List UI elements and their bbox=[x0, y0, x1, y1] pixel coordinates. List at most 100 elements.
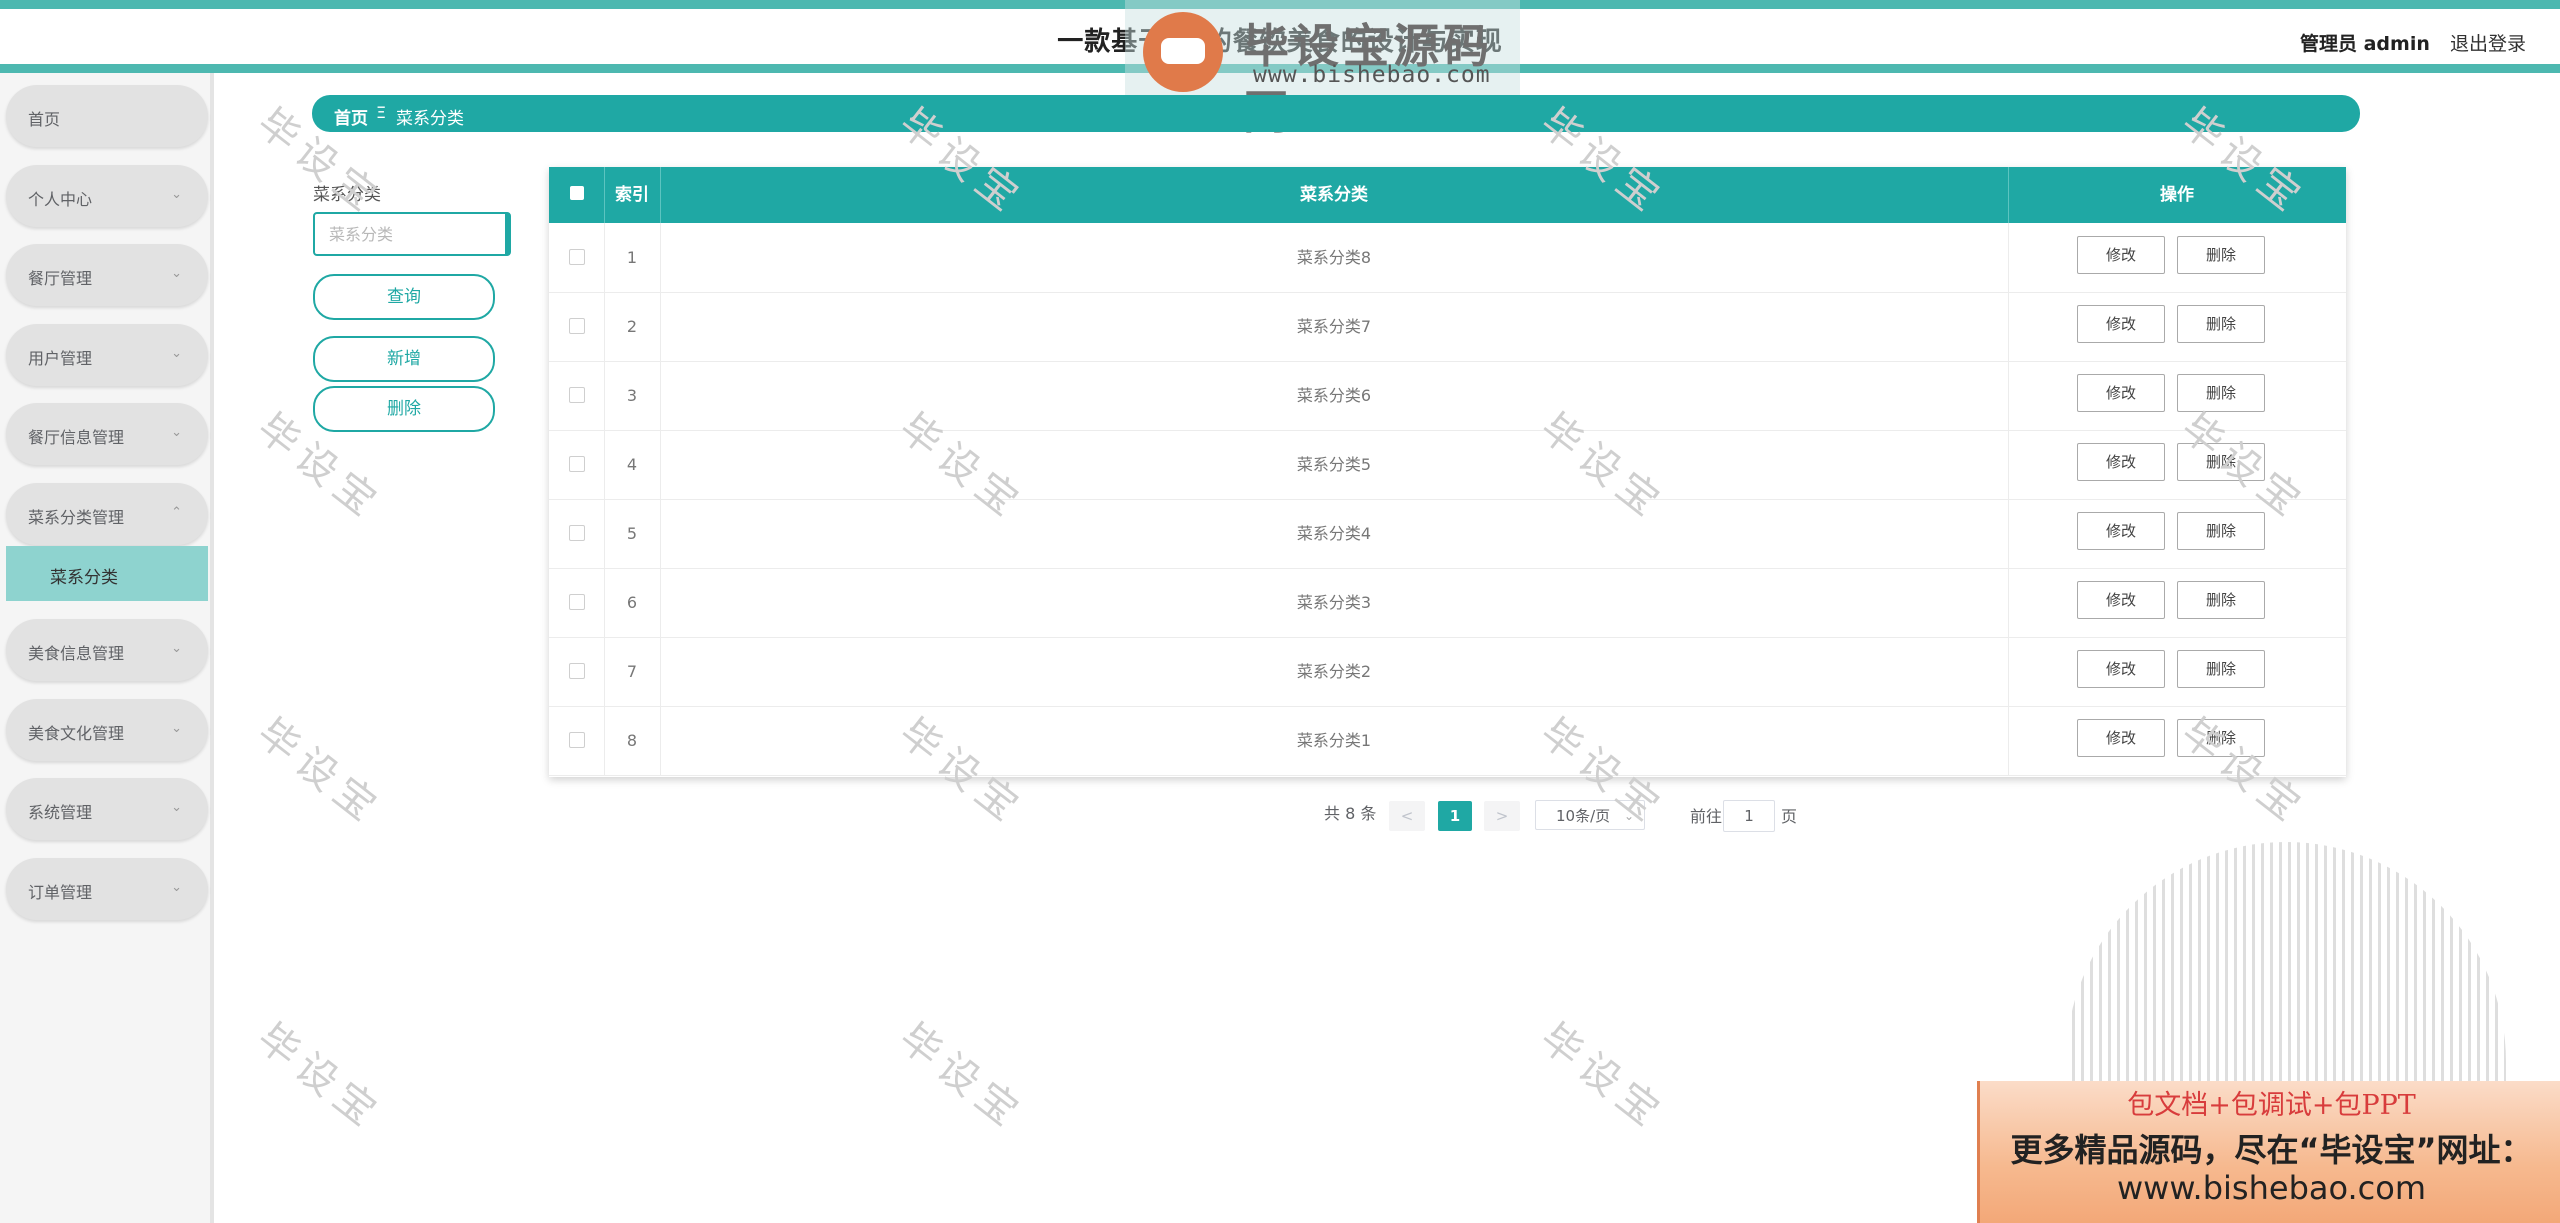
table-row: 6 菜系分类3 修改 删除 bbox=[549, 568, 2346, 638]
row-actions: 修改 删除 bbox=[2008, 292, 2346, 361]
row-select-cell bbox=[549, 499, 605, 568]
breadcrumb-separator-icon: Ξ bbox=[376, 103, 387, 122]
page-1-button[interactable]: 1 bbox=[1438, 801, 1472, 831]
row-index: 5 bbox=[604, 499, 661, 568]
row-checkbox[interactable] bbox=[568, 386, 585, 403]
sidebar-item-restaurant-info[interactable]: 餐厅信息管理 ⌄ bbox=[6, 403, 208, 465]
row-index: 8 bbox=[604, 706, 661, 775]
sidebar-item-label: 订单管理 bbox=[28, 883, 93, 902]
chevron-down-icon: ⌄ bbox=[171, 425, 182, 440]
add-button[interactable]: 新增 bbox=[313, 336, 495, 382]
sidebar-item-label: 菜系分类管理 bbox=[28, 508, 125, 527]
sidebar-item-label: 系统管理 bbox=[28, 803, 93, 822]
logo-icon bbox=[1143, 12, 1223, 92]
sidebar-item-orders[interactable]: 订单管理 ⌄ bbox=[6, 858, 208, 920]
row-category-name: 菜系分类6 bbox=[660, 361, 2009, 430]
sidebar-item-home[interactable]: 首页 bbox=[6, 85, 208, 147]
data-table: 索引 菜系分类 操作 1 菜系分类8 修改 删除 2 菜系分类7 修改 删除 3 菜系分类6 修改删… bbox=[549, 167, 2346, 777]
sidebar-item-label: 餐厅信息管理 bbox=[28, 428, 125, 447]
select-all-checkbox[interactable] bbox=[569, 186, 584, 200]
prev-page-button[interactable]: < bbox=[1389, 801, 1425, 831]
ad-banner: 包文档+包调试+包PPT 更多精品源码，尽在“毕设宝”网址： www.bishe… bbox=[1977, 1081, 2560, 1223]
sidebar-item-food-info[interactable]: 美食信息管理 ⌄ bbox=[6, 619, 208, 681]
sidebar-item-label: 用户管理 bbox=[28, 349, 93, 368]
pagination-total: 共 8 条 bbox=[1324, 804, 1377, 823]
edit-button[interactable]: 修改 bbox=[2077, 512, 2165, 550]
batch-delete-button[interactable]: 删除 bbox=[313, 386, 495, 432]
delete-button[interactable]: 删除 bbox=[2177, 374, 2265, 412]
delete-button[interactable]: 删除 bbox=[2177, 581, 2265, 619]
edit-button[interactable]: 修改 bbox=[2077, 305, 2165, 343]
sidebar-subitem-label: 菜系分类 bbox=[50, 568, 118, 588]
row-select-cell bbox=[549, 292, 605, 361]
row-checkbox[interactable] bbox=[568, 455, 585, 472]
edit-button[interactable]: 修改 bbox=[2077, 581, 2165, 619]
query-button[interactable]: 查询 bbox=[313, 274, 495, 320]
row-index: 7 bbox=[604, 637, 661, 706]
sidebar-subitem-cuisine-category[interactable]: 菜系分类 bbox=[6, 546, 208, 601]
sidebar-item-restaurant[interactable]: 餐厅管理 ⌄ bbox=[6, 244, 208, 306]
row-select-cell bbox=[549, 706, 605, 775]
row-checkbox[interactable] bbox=[568, 731, 585, 748]
edit-button[interactable]: 修改 bbox=[2077, 719, 2165, 757]
row-select-cell bbox=[549, 637, 605, 706]
delete-button[interactable]: 删除 bbox=[2177, 443, 2265, 481]
edit-button[interactable]: 修改 bbox=[2077, 650, 2165, 688]
sidebar-item-cuisine-category[interactable]: 菜系分类管理 ⌃ bbox=[6, 483, 208, 545]
delete-button[interactable]: 删除 bbox=[2177, 512, 2265, 550]
delete-button[interactable]: 删除 bbox=[2177, 236, 2265, 274]
table-row: 7 菜系分类2 修改 删除 bbox=[549, 637, 2346, 707]
logo-url: www.bishebao.com bbox=[1253, 62, 1491, 88]
logout-link[interactable]: 退出登录 bbox=[2450, 29, 2526, 56]
search-input[interactable] bbox=[313, 212, 511, 256]
sidebar-item-personal-center[interactable]: 个人中心 ⌄ bbox=[6, 165, 208, 227]
goto-prefix: 前往 bbox=[1690, 807, 1723, 826]
row-actions: 修改 删除 bbox=[2008, 361, 2346, 430]
row-checkbox[interactable] bbox=[568, 248, 585, 265]
sidebar-item-label: 美食文化管理 bbox=[28, 724, 125, 743]
table-row: 2 菜系分类7 修改 删除 bbox=[549, 292, 2346, 362]
row-checkbox[interactable] bbox=[568, 593, 585, 610]
chevron-down-icon: ⌄ bbox=[171, 800, 182, 815]
row-select-cell bbox=[549, 361, 605, 430]
page-size-select[interactable]: 10条/页 ⌄ bbox=[1535, 800, 1645, 830]
table-row: 3 菜系分类6 修改 删除 bbox=[549, 361, 2346, 431]
breadcrumb-home[interactable]: 首页 bbox=[334, 104, 368, 129]
row-actions: 修改 删除 bbox=[2008, 637, 2346, 706]
sidebar-item-users[interactable]: 用户管理 ⌄ bbox=[6, 324, 208, 386]
next-page-button[interactable]: > bbox=[1484, 801, 1520, 831]
row-checkbox[interactable] bbox=[568, 662, 585, 679]
ad-line-3: www.bishebao.com bbox=[2116, 1169, 2427, 1207]
delete-button[interactable]: 删除 bbox=[2177, 719, 2265, 757]
chevron-down-icon: ⌄ bbox=[171, 641, 182, 656]
chevron-down-icon: ⌄ bbox=[171, 266, 182, 281]
row-actions: 修改 删除 bbox=[2008, 430, 2346, 499]
sidebar-item-system[interactable]: 系统管理 ⌄ bbox=[6, 778, 208, 840]
edit-button[interactable]: 修改 bbox=[2077, 443, 2165, 481]
row-category-name: 菜系分类4 bbox=[660, 499, 2009, 568]
watermark-logo: 毕设宝源码网 www.bishebao.com bbox=[1125, 0, 1520, 139]
row-checkbox[interactable] bbox=[568, 317, 585, 334]
table-row: 8 菜系分类1 修改 删除 bbox=[549, 706, 2346, 776]
row-checkbox[interactable] bbox=[568, 524, 585, 541]
row-select-cell bbox=[549, 568, 605, 637]
goto-page-input[interactable]: 1 bbox=[1723, 800, 1775, 832]
sidebar-item-label: 个人中心 bbox=[28, 190, 93, 209]
delete-button[interactable]: 删除 bbox=[2177, 305, 2265, 343]
table-row: 1 菜系分类8 修改 删除 bbox=[549, 223, 2346, 293]
breadcrumb: 首页 Ξ 菜系分类 bbox=[312, 95, 2360, 132]
delete-button[interactable]: 删除 bbox=[2177, 650, 2265, 688]
table-row: 5 菜系分类4 修改 删除 bbox=[549, 499, 2346, 569]
row-category-name: 菜系分类3 bbox=[660, 568, 2009, 637]
sidebar-item-food-culture[interactable]: 美食文化管理 ⌄ bbox=[6, 699, 208, 761]
row-index: 3 bbox=[604, 361, 661, 430]
chevron-down-icon: ⌄ bbox=[171, 880, 182, 895]
row-category-name: 菜系分类1 bbox=[660, 706, 2009, 775]
row-category-name: 菜系分类8 bbox=[660, 223, 2009, 292]
watermark-text: 毕设宝 bbox=[1531, 1014, 1674, 1140]
ad-line-1: 包文档+包调试+包PPT bbox=[2127, 1090, 2416, 1121]
edit-button[interactable]: 修改 bbox=[2077, 374, 2165, 412]
edit-button[interactable]: 修改 bbox=[2077, 236, 2165, 274]
sidebar-item-label: 餐厅管理 bbox=[28, 269, 93, 288]
column-header-index: 索引 bbox=[604, 167, 661, 223]
